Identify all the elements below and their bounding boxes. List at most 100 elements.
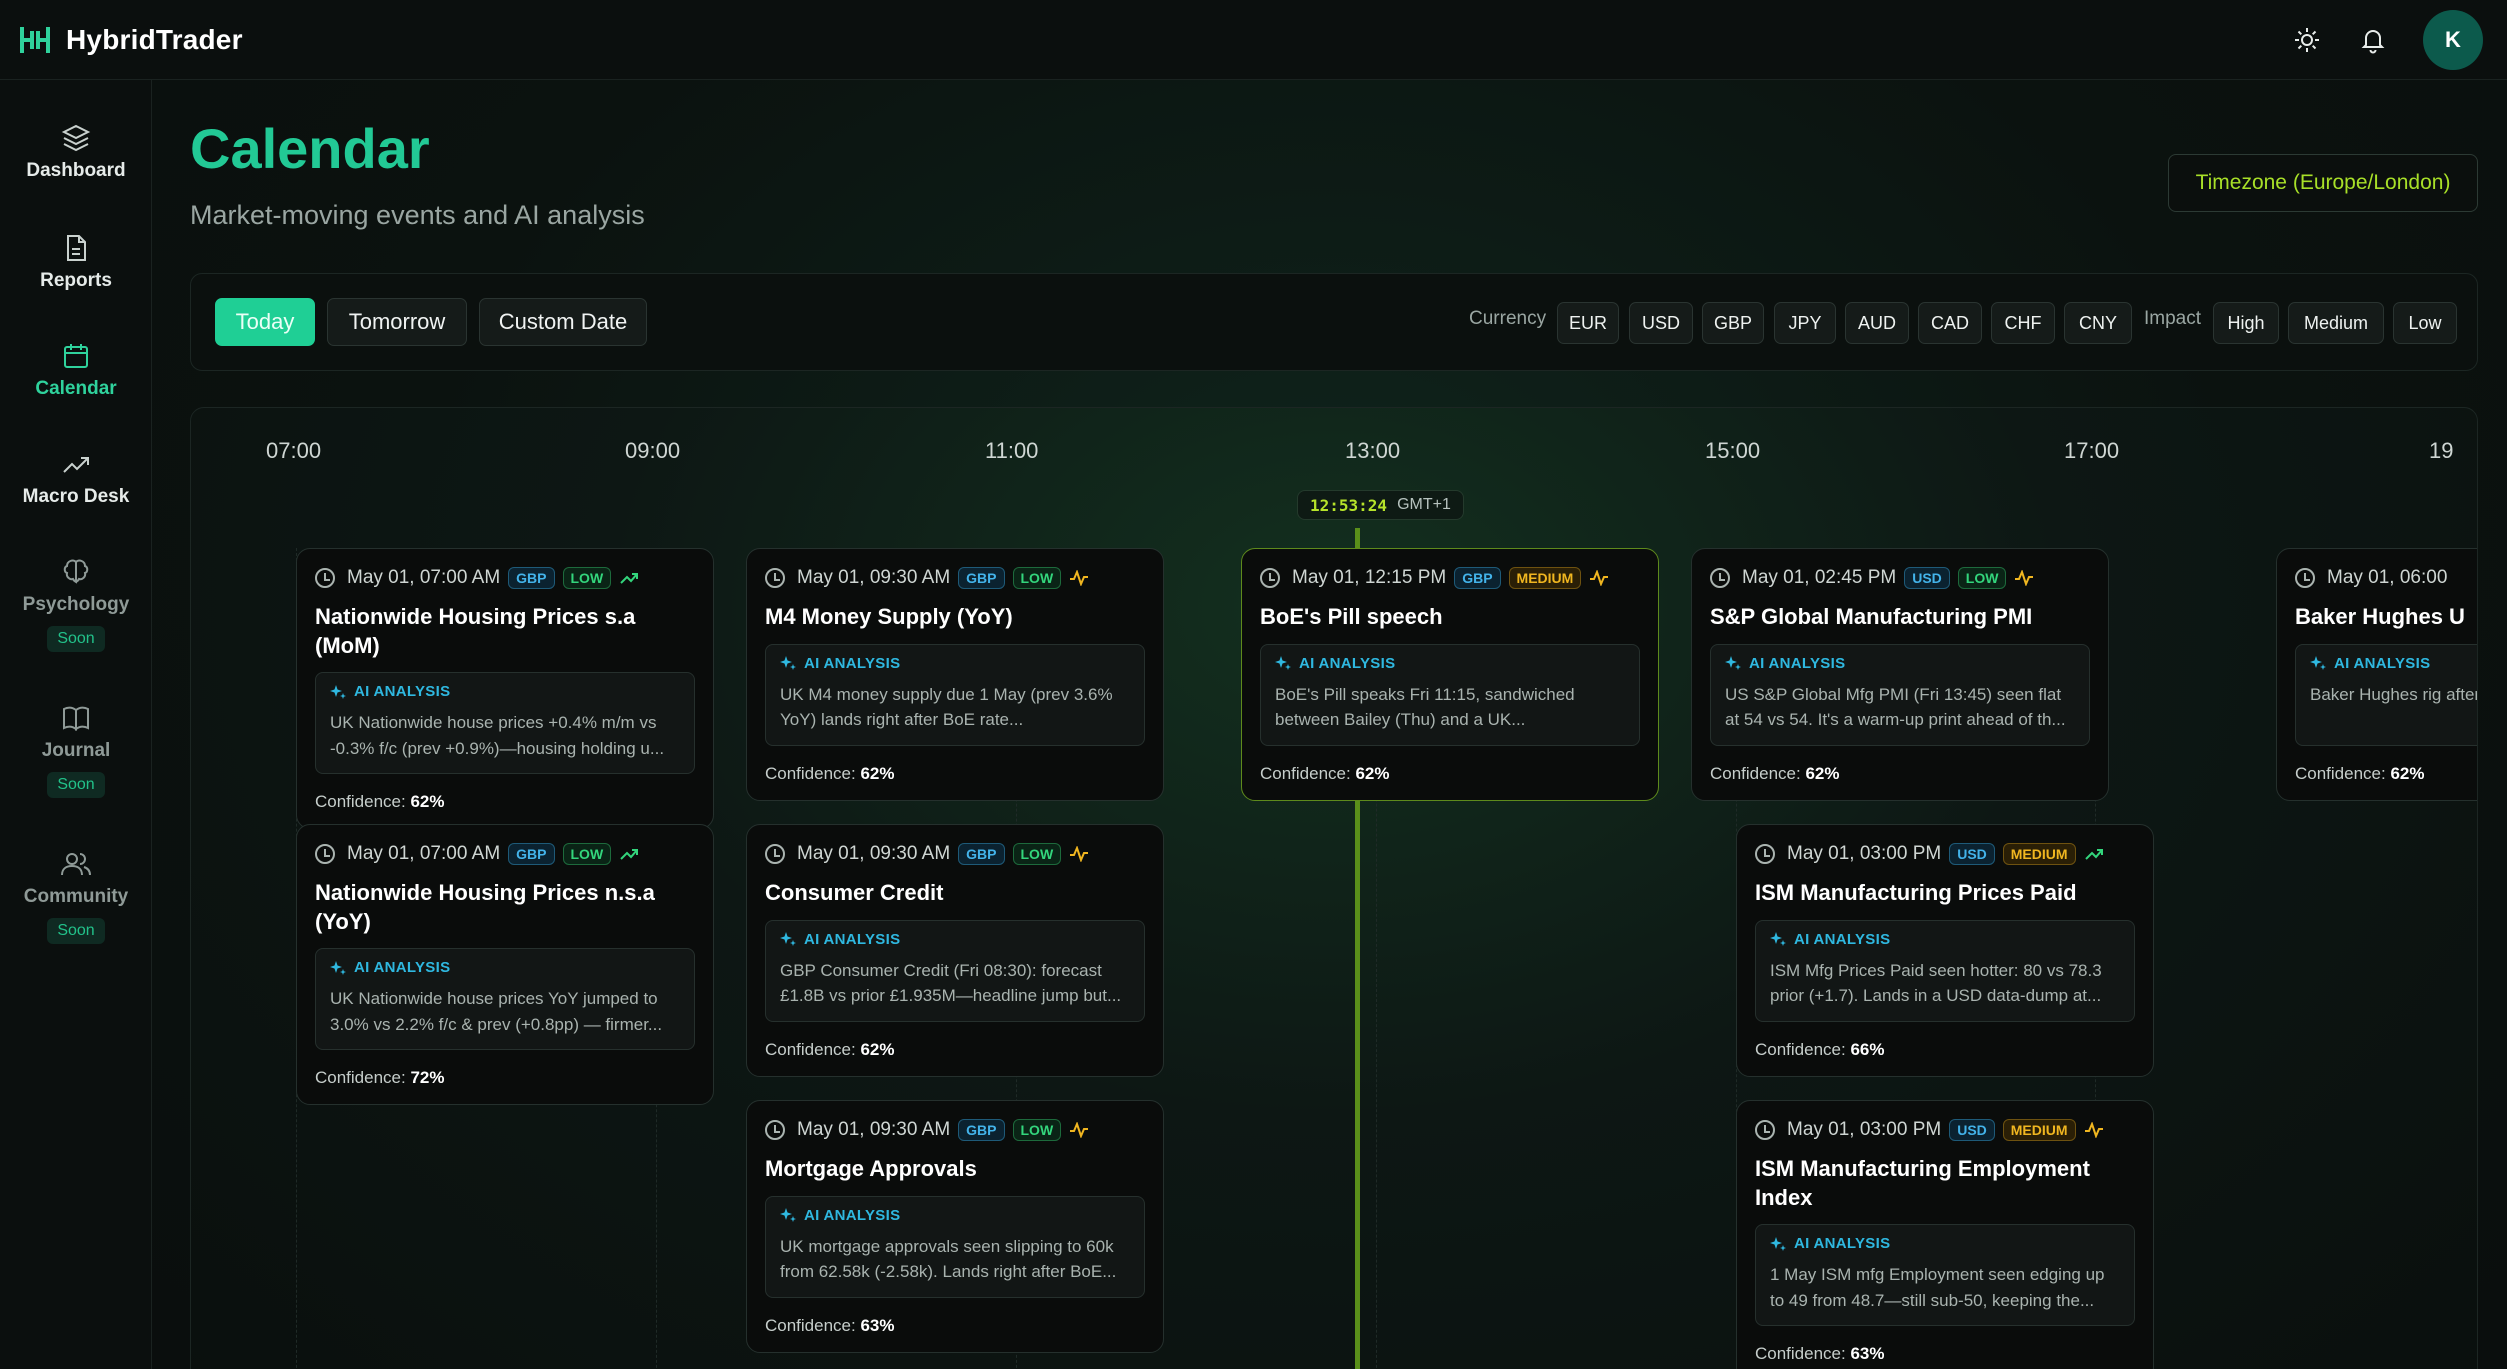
event-time: May 01, 09:30 AM	[797, 1119, 951, 1140]
ai-analysis-text: UK M4 money supply due 1 May (prev 3.6% …	[780, 684, 1113, 730]
sidebar-item-label: Dashboard	[26, 160, 126, 181]
confidence-value: 62%	[2390, 763, 2425, 783]
impact-chip-low[interactable]: Low	[2393, 302, 2457, 344]
currency-badge: GBP	[958, 1119, 1005, 1141]
sidebar-item-macro-desk[interactable]: Macro Desk	[0, 448, 152, 508]
custom-date-button[interactable]: Custom Date	[479, 298, 647, 346]
currency-badge: USD	[1949, 843, 1995, 865]
currency-chip-cny[interactable]: CNY	[2064, 302, 2132, 344]
time-tick: 09:00	[625, 438, 681, 463]
app-logo[interactable]: HybridTrader	[18, 23, 243, 57]
ai-analysis-label: AI ANALYSIS	[804, 930, 901, 948]
event-time: May 01, 06:00	[2327, 567, 2448, 588]
ai-analysis-text: Baker Hughes rig after a heavy USD	[2310, 684, 2478, 704]
page-subtitle: Market-moving events and AI analysis	[190, 200, 645, 230]
event-time: May 01, 03:00 PM	[1787, 843, 1942, 864]
event-card[interactable]: May 01, 09:30 AM GBP LOW Mortgage Approv…	[746, 1100, 1164, 1353]
sparkle-icon	[780, 932, 796, 947]
confidence-value: 63%	[860, 1315, 895, 1335]
currency-badge: GBP	[508, 567, 555, 589]
event-title: M4 Money Supply (YoY)	[765, 604, 1013, 629]
ai-analysis-label: AI ANALYSIS	[354, 683, 451, 701]
currency-chip-chf[interactable]: CHF	[1991, 302, 2055, 344]
sparkle-icon	[330, 684, 346, 699]
event-card[interactable]: May 01, 09:30 AM GBP LOW M4 Money Supply…	[746, 548, 1164, 801]
ai-analysis-text: UK Nationwide house prices +0.4% m/m vs …	[330, 713, 665, 758]
event-card[interactable]: May 01, 06:00 Baker Hughes U AI ANALYSIS…	[2276, 548, 2478, 801]
sidebar-item-community[interactable]: Community Soon	[0, 848, 152, 944]
user-avatar[interactable]: K	[2423, 9, 2483, 70]
impact-badge: LOW	[562, 843, 612, 865]
time-tick: 13:00	[1345, 438, 1401, 463]
clock-icon	[765, 844, 785, 864]
pulse-icon	[1590, 570, 1609, 586]
trend-up-icon	[63, 457, 89, 473]
ai-analysis-text: BoE's Pill speaks Fri 11:15, sandwiched …	[1275, 684, 1575, 730]
impact-badge: MEDIUM	[1508, 567, 1582, 589]
currency-chip-usd[interactable]: USD	[1629, 302, 1693, 344]
currency-badge: USD	[1904, 567, 1950, 589]
bell-icon[interactable]	[2357, 24, 2389, 56]
currency-chip-cad[interactable]: CAD	[1918, 302, 1982, 344]
confidence-value: 62%	[1355, 763, 1390, 783]
event-card[interactable]: May 01, 07:00 AM GBP LOW Nationwide Hous…	[296, 548, 714, 830]
event-card[interactable]: May 01, 03:00 PM USD MEDIUM ISM Manufact…	[1736, 824, 2154, 1077]
event-title: Nationwide Housing Prices n.s.a (YoY)	[315, 880, 655, 934]
trend-up-icon	[620, 573, 639, 584]
logo-icon	[20, 26, 50, 53]
timezone-button[interactable]: Timezone (Europe/London)	[2168, 154, 2478, 212]
ai-analysis-label: AI ANALYSIS	[1794, 930, 1891, 948]
event-card[interactable]: May 01, 07:00 AM GBP LOW Nationwide Hous…	[296, 824, 714, 1106]
ai-analysis-box: AI ANALYSIS US S&P Global Mfg PMI (Fri 1…	[1710, 643, 2090, 746]
time-tick: 17:00	[2064, 438, 2120, 463]
currency-chip-jpy[interactable]: JPY	[1774, 302, 1836, 344]
sidebar-item-calendar[interactable]: Calendar	[0, 340, 152, 400]
time-tick: 07:00	[266, 438, 322, 463]
clock-icon	[315, 568, 335, 588]
ai-analysis-label: AI ANALYSIS	[354, 959, 451, 977]
ai-analysis-text: ISM Mfg Prices Paid seen hotter: 80 vs 7…	[1770, 960, 2102, 1006]
sparkle-icon	[1770, 1236, 1786, 1251]
confidence-value: 72%	[410, 1068, 445, 1088]
event-time: May 01, 12:15 PM	[1292, 567, 1447, 588]
sparkle-icon	[1275, 656, 1291, 671]
trend-up-icon	[620, 849, 639, 860]
currency-chip-aud[interactable]: AUD	[1845, 302, 1909, 344]
impact-badge: LOW	[1012, 1119, 1062, 1141]
confidence-label: Confidence:	[315, 1068, 406, 1088]
sidebar-item-label: Journal	[41, 740, 111, 761]
pulse-icon	[1070, 846, 1089, 862]
tomorrow-button[interactable]: Tomorrow	[327, 298, 467, 346]
confidence-label: Confidence:	[765, 1039, 856, 1059]
currency-badge: GBP	[958, 843, 1005, 865]
event-card[interactable]: May 01, 09:30 AM GBP LOW Consumer Credit…	[746, 824, 1164, 1077]
sidebar-item-journal[interactable]: Journal Soon	[0, 702, 152, 798]
sidebar-item-psychology[interactable]: Psychology Soon	[0, 556, 152, 652]
sidebar-item-dashboard[interactable]: Dashboard	[0, 122, 152, 182]
currency-chip-eur[interactable]: EUR	[1557, 302, 1619, 344]
event-title: Consumer Credit	[765, 880, 944, 905]
event-title: ISM Manufacturing Employment Index	[1755, 1156, 2090, 1210]
impact-chip-high[interactable]: High	[2213, 302, 2279, 344]
event-card[interactable]: May 01, 03:00 PM USD MEDIUM ISM Manufact…	[1736, 1100, 2154, 1369]
today-button[interactable]: Today	[215, 298, 315, 346]
confidence-label: Confidence:	[765, 1315, 856, 1335]
currency-badge: GBP	[508, 843, 555, 865]
event-title: Baker Hughes U	[2295, 604, 2465, 629]
event-card[interactable]: May 01, 12:15 PM GBP MEDIUM BoE's Pill s…	[1241, 548, 1659, 801]
clock-icon	[1260, 568, 1280, 588]
sidebar-item-label: Psychology	[22, 594, 130, 615]
ai-analysis-text: UK mortgage approvals seen slipping to 6…	[780, 1236, 1117, 1282]
ai-analysis-label: AI ANALYSIS	[1299, 654, 1396, 672]
theme-toggle-sun-icon[interactable]	[2291, 24, 2323, 56]
confidence-value: 62%	[1805, 763, 1840, 783]
impact-badge: LOW	[1957, 567, 2007, 589]
confidence-value: 62%	[860, 763, 895, 783]
clock-icon	[1755, 1120, 1775, 1140]
event-card[interactable]: May 01, 02:45 PM USD LOW S&P Global Manu…	[1691, 548, 2109, 801]
event-title: S&P Global Manufacturing PMI	[1710, 604, 2033, 629]
impact-chip-medium[interactable]: Medium	[2288, 302, 2384, 344]
confidence-label: Confidence:	[315, 792, 406, 812]
currency-chip-gbp[interactable]: GBP	[1702, 302, 1764, 344]
sidebar-item-reports[interactable]: Reports	[0, 232, 152, 292]
